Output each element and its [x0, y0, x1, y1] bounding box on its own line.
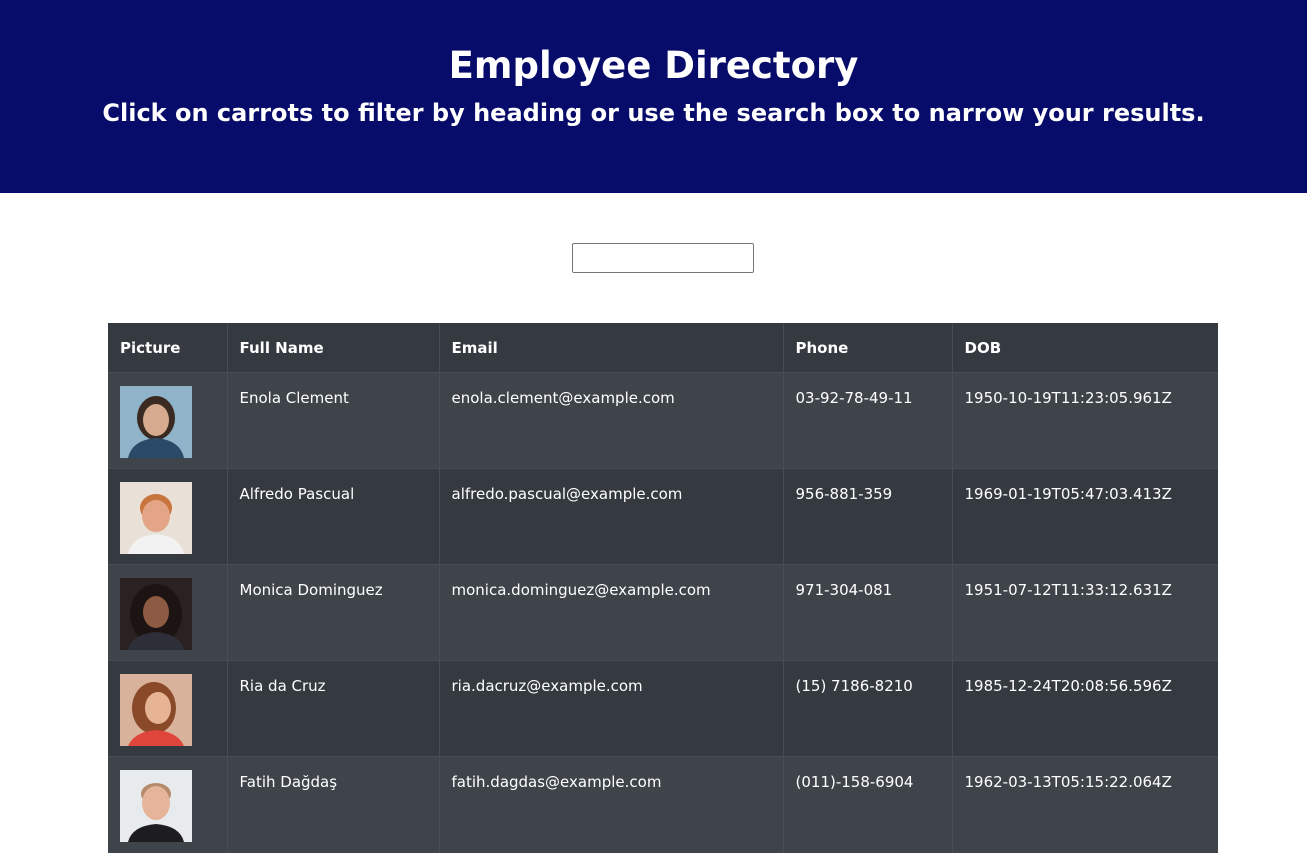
picture-cell — [108, 564, 228, 661]
email-cell: ria.dacruz@example.com — [439, 660, 784, 757]
page-title: Employee Directory — [448, 44, 859, 87]
dob-cell: 1962-03-13T05:15:22.064Z — [952, 756, 1218, 853]
phone-cell: 03-92-78-49-11 — [783, 372, 953, 469]
email-cell: enola.clement@example.com — [439, 372, 784, 469]
table-header: Picture Full Name Email Phone DOB — [108, 323, 1218, 373]
column-header-dob[interactable]: DOB — [952, 323, 1218, 373]
table-body: Enola Clement enola.clement@example.com … — [108, 372, 1218, 853]
dob-cell: 1985-12-24T20:08:56.596Z — [952, 660, 1218, 757]
table-row: Enola Clement enola.clement@example.com … — [108, 372, 1218, 469]
employee-avatar-image — [120, 674, 192, 746]
dob-cell: 1950-10-19T11:23:05.961Z — [952, 372, 1218, 469]
dob-cell: 1951-07-12T11:33:12.631Z — [952, 564, 1218, 661]
page-header: Employee Directory Click on carrots to f… — [0, 0, 1307, 193]
email-cell: fatih.dagdas@example.com — [439, 756, 784, 853]
full-name-cell: Monica Dominguez — [227, 564, 440, 661]
table-row: Fatih Dağdaş fatih.dagdas@example.com (0… — [108, 756, 1218, 853]
phone-cell: 971-304-081 — [783, 564, 953, 661]
search-input[interactable] — [572, 243, 754, 273]
full-name-cell: Enola Clement — [227, 372, 440, 469]
picture-cell — [108, 660, 228, 757]
column-header-full-name[interactable]: Full Name — [227, 323, 440, 373]
full-name-cell: Alfredo Pascual — [227, 468, 440, 565]
full-name-cell: Ria da Cruz — [227, 660, 440, 757]
employee-table: Picture Full Name Email Phone DOB Enola … — [108, 323, 1218, 853]
picture-cell — [108, 372, 228, 469]
employee-avatar-image — [120, 386, 192, 458]
email-cell: monica.dominguez@example.com — [439, 564, 784, 661]
picture-cell — [108, 756, 228, 853]
table-row: Monica Dominguez monica.dominguez@exampl… — [108, 564, 1218, 661]
column-header-phone[interactable]: Phone — [783, 323, 953, 373]
full-name-cell: Fatih Dağdaş — [227, 756, 440, 853]
page-subtitle: Click on carrots to filter by heading or… — [102, 99, 1205, 127]
phone-cell: (15) 7186-8210 — [783, 660, 953, 757]
email-cell: alfredo.pascual@example.com — [439, 468, 784, 565]
phone-cell: (011)-158-6904 — [783, 756, 953, 853]
table-row: Alfredo Pascual alfredo.pascual@example.… — [108, 468, 1218, 565]
column-header-picture[interactable]: Picture — [108, 323, 228, 373]
employee-avatar-image — [120, 578, 192, 650]
table-header-row: Picture Full Name Email Phone DOB — [108, 323, 1218, 373]
column-header-email[interactable]: Email — [439, 323, 784, 373]
picture-cell — [108, 468, 228, 565]
dob-cell: 1969-01-19T05:47:03.413Z — [952, 468, 1218, 565]
employee-avatar-image — [120, 482, 192, 554]
employee-avatar-image — [120, 770, 192, 842]
table-row: Ria da Cruz ria.dacruz@example.com (15) … — [108, 660, 1218, 757]
phone-cell: 956-881-359 — [783, 468, 953, 565]
